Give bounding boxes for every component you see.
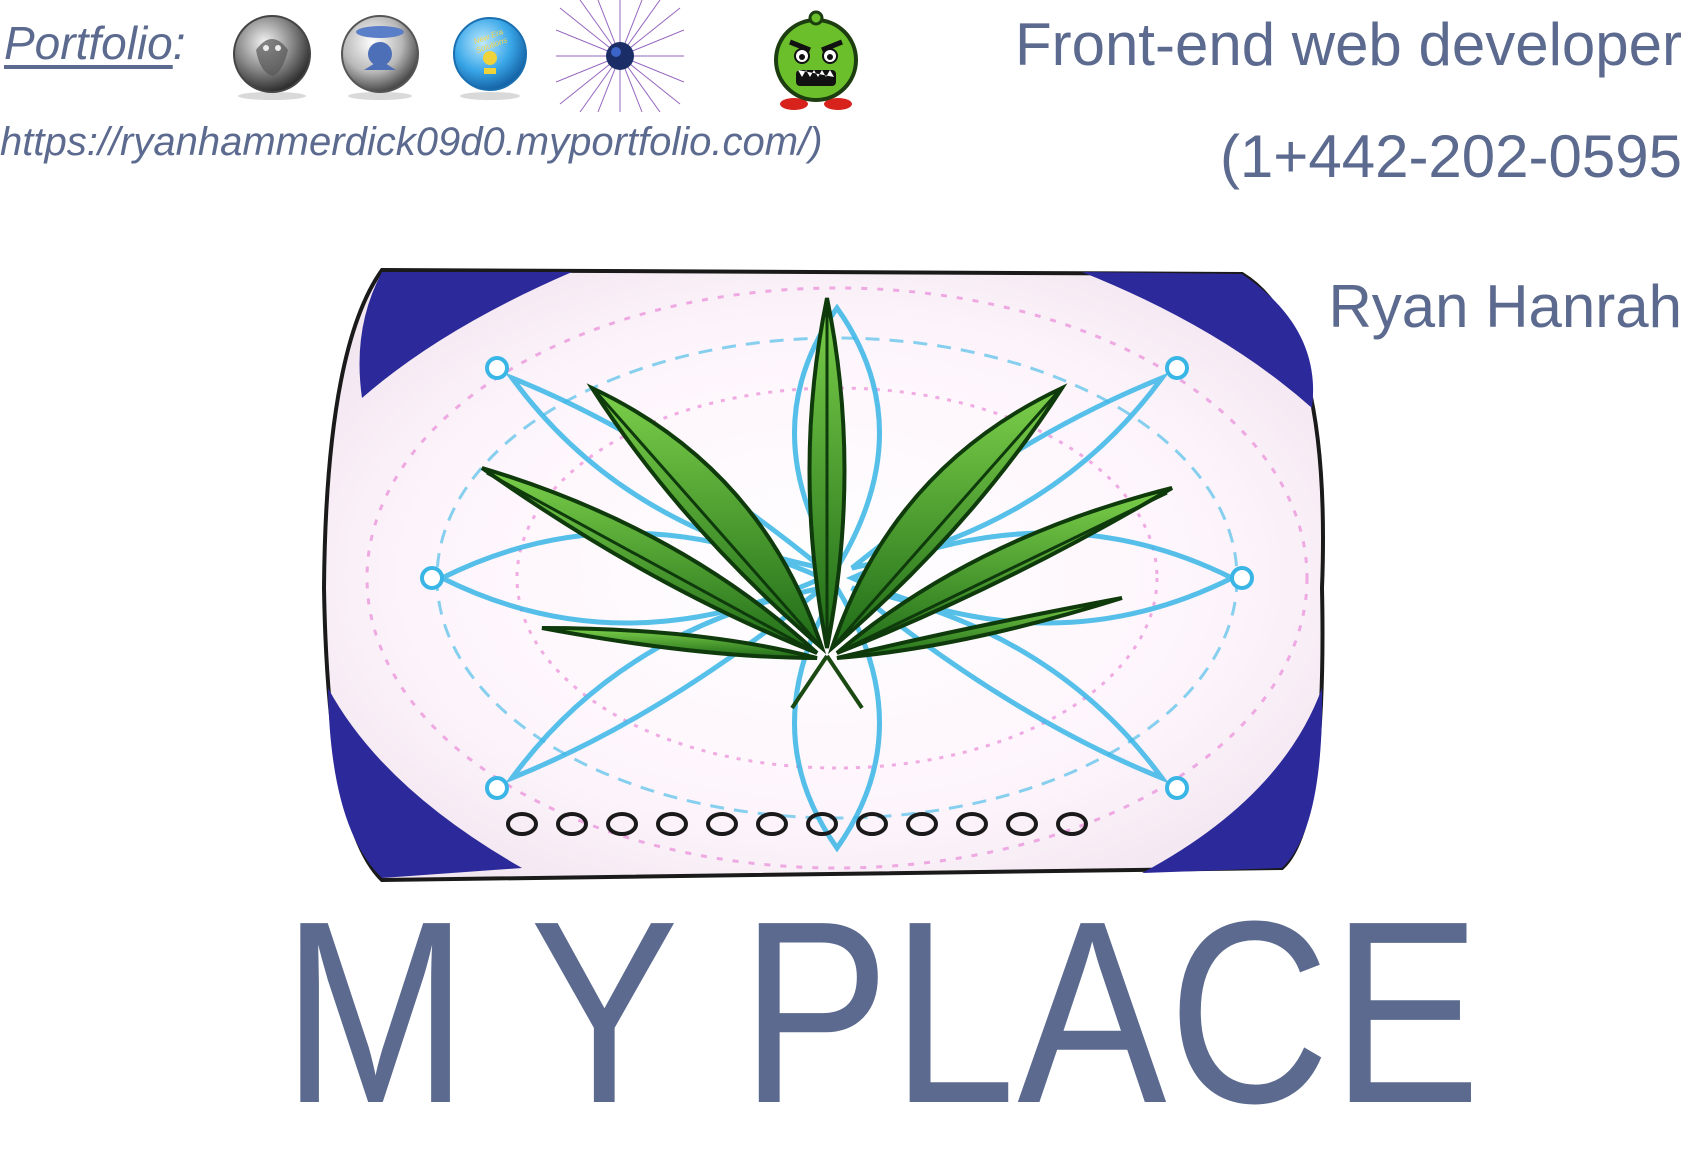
portfolio-colon: : <box>172 17 186 69</box>
brand-title: M Y PLACE <box>282 868 1483 1158</box>
portfolio-thumb-silver-coin[interactable] <box>226 10 318 102</box>
portfolio-url-link[interactable]: https://ryanhammerdick09d0.myportfolio.c… <box>0 120 823 165</box>
portfolio-label[interactable]: Portfolio: <box>4 16 186 70</box>
silver-coin-icon <box>233 15 311 100</box>
owner-name: Ryan Hanrah <box>1328 273 1682 340</box>
mascot-badge-icon <box>341 15 419 100</box>
starburst-orb-icon <box>556 0 684 112</box>
portfolio-thumb-mascot-badge[interactable] <box>334 10 426 102</box>
logo-artwork <box>322 268 1352 888</box>
cannabis-leaf-mandala-icon <box>322 268 1325 883</box>
portfolio-thumb-new-era-solutions[interactable]: New Era Solutions <box>444 10 536 102</box>
portfolio-label-text[interactable]: Portfolio <box>4 17 173 69</box>
portfolio-thumb-starburst-orb[interactable] <box>556 0 684 112</box>
job-title: Front-end web developer <box>1014 11 1682 78</box>
phone-number: (1+442-202-0595 <box>1219 123 1682 190</box>
portfolio-thumb-green-monster[interactable] <box>768 10 864 110</box>
green-monster-icon <box>774 10 858 110</box>
new-era-solutions-icon <box>453 17 527 100</box>
